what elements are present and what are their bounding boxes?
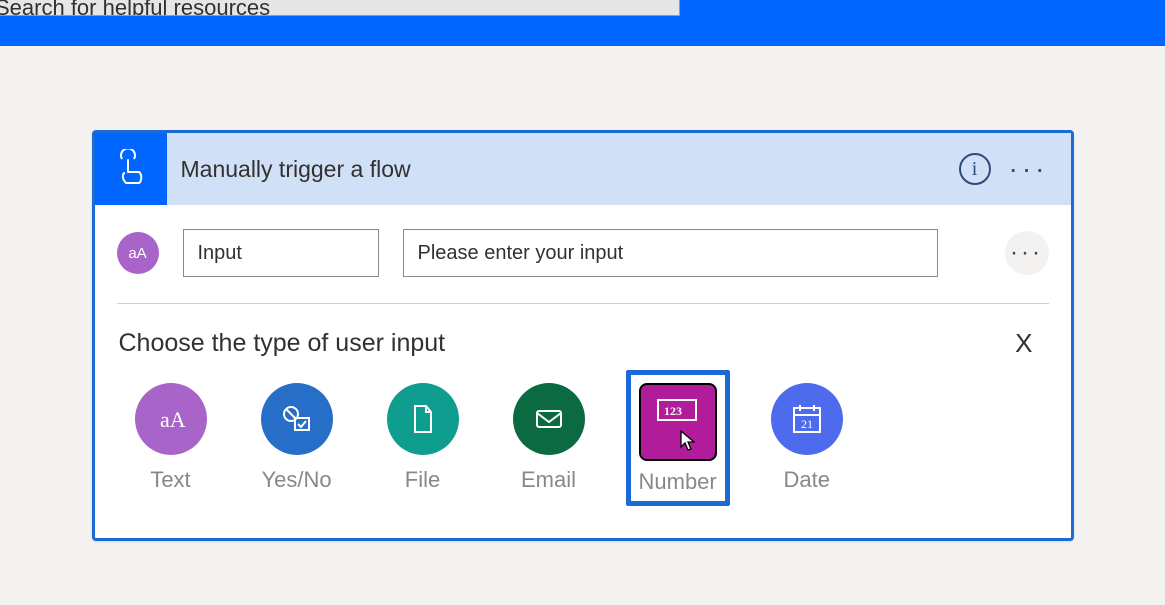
info-icon[interactable]: i xyxy=(959,153,991,185)
input-type-label: File xyxy=(405,467,440,493)
input-type-text[interactable]: aA Text xyxy=(135,383,207,493)
trigger-card-body: aA Input Please enter your input ··· Cho… xyxy=(95,205,1071,538)
svg-text:123: 123 xyxy=(664,404,682,418)
date-icon: 21 xyxy=(771,383,843,455)
input-type-label: Number xyxy=(639,469,717,495)
top-bar: Search for helpful resources xyxy=(0,0,1165,46)
input-prompt-field[interactable]: Please enter your input xyxy=(403,229,938,277)
choose-type-header: Choose the type of user input X xyxy=(117,324,1049,365)
yesno-icon xyxy=(261,383,333,455)
input-type-email[interactable]: Email xyxy=(513,383,585,493)
search-input[interactable]: Search for helpful resources xyxy=(0,0,680,16)
input-type-label: Email xyxy=(521,467,576,493)
close-choose-type-button[interactable]: X xyxy=(1015,328,1046,359)
input-type-label: Date xyxy=(784,467,830,493)
text-icon: aA xyxy=(135,383,207,455)
input-type-grid: aA Text Yes/No xyxy=(117,365,1049,510)
flow-canvas: Manually trigger a flow i ··· aA Input xyxy=(0,46,1165,605)
input-parameter-row: aA Input Please enter your input ··· xyxy=(117,229,1049,304)
text-type-badge-icon: aA xyxy=(117,232,159,274)
input-type-date[interactable]: 21 Date xyxy=(771,383,843,493)
input-type-yesno[interactable]: Yes/No xyxy=(261,383,333,493)
input-type-number-selected[interactable]: 123 Number xyxy=(626,370,730,506)
input-parameter-menu-button[interactable]: ··· xyxy=(1005,231,1049,275)
svg-text:21: 21 xyxy=(801,417,813,431)
input-type-label: Text xyxy=(150,467,190,493)
email-icon xyxy=(513,383,585,455)
trigger-card-header[interactable]: Manually trigger a flow i ··· xyxy=(95,133,1071,205)
trigger-card[interactable]: Manually trigger a flow i ··· aA Input xyxy=(92,130,1074,541)
choose-type-title: Choose the type of user input xyxy=(119,329,446,358)
number-icon: 123 xyxy=(639,383,717,461)
file-icon xyxy=(387,383,459,455)
trigger-header-actions: i ··· xyxy=(959,153,1071,185)
input-type-label: Yes/No xyxy=(261,467,331,493)
trigger-title: Manually trigger a flow xyxy=(167,156,959,183)
manual-trigger-icon xyxy=(95,133,167,205)
search-placeholder: Search for helpful resources xyxy=(0,0,270,16)
svg-text:aA: aA xyxy=(160,407,186,432)
input-name-field[interactable]: Input xyxy=(183,229,379,277)
input-type-file[interactable]: File xyxy=(387,383,459,493)
trigger-menu-button[interactable]: ··· xyxy=(1009,155,1049,183)
